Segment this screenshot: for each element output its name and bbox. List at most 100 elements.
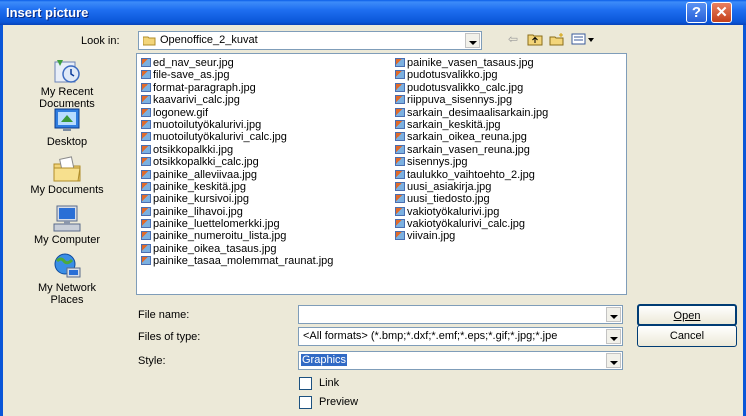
cancel-button-label: Cancel — [669, 330, 705, 342]
file-item[interactable]: viivain.jpg — [395, 230, 548, 242]
chevron-down-icon[interactable] — [606, 353, 621, 368]
image-file-icon — [395, 144, 405, 154]
filename-input[interactable] — [298, 305, 623, 324]
lookin-dropdown[interactable]: Openoffice_2_kuvat — [138, 31, 482, 50]
link-label: Link — [319, 377, 340, 389]
image-file-icon — [395, 58, 405, 67]
file-name: painike_luettelomerkki.jpg — [153, 218, 280, 231]
recent-documents-icon — [54, 60, 80, 83]
file-name: uusi_asiakirja.jpg — [407, 180, 492, 193]
close-button[interactable]: ✕ — [711, 2, 732, 23]
file-item[interactable]: uusi_tiedosto.jpg — [395, 193, 548, 205]
window-frame-left — [0, 25, 3, 416]
file-item[interactable]: painike_kursivoi.jpg — [141, 193, 333, 205]
file-item[interactable]: painike_luettelomerkki.jpg — [141, 218, 333, 230]
file-item[interactable]: pudotusvalikko_calc.jpg — [395, 82, 548, 94]
file-item[interactable]: painike_oikea_tasaus.jpg — [141, 243, 333, 255]
image-file-icon — [141, 119, 151, 129]
title-bar[interactable]: Insert picture ? ✕ — [0, 0, 746, 25]
cancel-button[interactable]: Cancel — [637, 325, 737, 347]
file-item[interactable]: vakiotyökalurivi.jpg — [395, 206, 548, 218]
preview-label: Preview — [319, 396, 359, 408]
file-item[interactable]: sarkain_vasen_reuna.jpg — [395, 144, 548, 156]
image-file-icon — [395, 169, 405, 179]
file-item[interactable]: painike_keskitä.jpg — [141, 181, 333, 193]
file-name: ed_nav_seur.jpg — [153, 57, 234, 69]
file-item[interactable]: painike_vasen_tasaus.jpg — [395, 57, 548, 69]
file-item[interactable]: painike_numeroitu_lista.jpg — [141, 230, 333, 242]
chevron-down-icon[interactable] — [606, 329, 621, 344]
place-network-places[interactable]: My Network Places — [22, 252, 112, 306]
file-name: pudotusvalikko.jpg — [407, 69, 498, 82]
new-folder-icon[interactable] — [547, 30, 567, 48]
my-computer-icon — [53, 205, 81, 232]
file-name: taulukko_vaihtoehto_2.jpg — [407, 168, 535, 181]
file-item[interactable]: painike_alleviivaa.jpg — [141, 169, 333, 181]
file-item[interactable]: sarkain_keskitä.jpg — [395, 119, 548, 131]
filename-label: File name: — [138, 309, 190, 321]
chevron-down-icon[interactable] — [465, 33, 480, 48]
image-file-icon — [141, 132, 151, 142]
file-item[interactable]: pudotusvalikko.jpg — [395, 69, 548, 81]
lookin-value: Openoffice_2_kuvat — [160, 34, 258, 46]
file-name: logonew.gif — [153, 106, 209, 119]
file-item[interactable]: uusi_asiakirja.jpg — [395, 181, 548, 193]
back-icon[interactable]: ⇦ — [503, 30, 523, 48]
file-item[interactable]: otsikkopalkki_calc.jpg — [141, 156, 333, 168]
up-folder-icon[interactable] — [525, 30, 545, 48]
view-menu-icon[interactable] — [570, 30, 596, 48]
image-file-icon — [395, 219, 405, 229]
image-file-icon — [395, 95, 405, 105]
file-name: painike_vasen_tasaus.jpg — [407, 57, 534, 69]
image-file-icon — [395, 119, 405, 129]
image-file-icon — [141, 157, 151, 167]
file-item[interactable]: kaavarivi_calc.jpg — [141, 94, 333, 106]
file-name: otsikkopalkki.jpg — [153, 143, 234, 156]
file-item[interactable]: ed_nav_seur.jpg — [141, 57, 333, 69]
image-file-icon — [395, 82, 405, 92]
file-item[interactable]: riippuva_sisennys.jpg — [395, 94, 548, 106]
image-file-icon — [141, 70, 151, 80]
image-file-icon — [141, 82, 151, 92]
lookin-label: Look in: — [81, 35, 120, 47]
help-button[interactable]: ? — [686, 2, 707, 23]
filetype-label: Files of type: — [138, 331, 201, 343]
file-item[interactable]: painike_tasaa_molemmat_raunat.jpg — [141, 255, 333, 267]
style-label: Style: — [138, 355, 166, 367]
file-item[interactable]: sisennys.jpg — [395, 156, 548, 168]
open-button[interactable]: Open — [637, 304, 737, 326]
file-column-2: painike_vasen_tasaus.jpg pudotusvalikko.j… — [395, 57, 548, 243]
file-item[interactable]: painike_lihavoi.jpg — [141, 206, 333, 218]
chevron-down-icon[interactable] — [606, 307, 621, 322]
file-item[interactable]: logonew.gif — [141, 107, 333, 119]
file-item[interactable]: file-save_as.jpg — [141, 69, 333, 81]
file-item[interactable]: sarkain_oikea_reuna.jpg — [395, 131, 548, 143]
file-item[interactable]: taulukko_vaihtoehto_2.jpg — [395, 169, 548, 181]
place-my-computer[interactable]: My Computer — [22, 204, 112, 246]
place-desktop[interactable]: Desktop — [22, 106, 112, 148]
image-file-icon — [141, 107, 151, 117]
file-item[interactable]: vakiotyökalurivi_calc.jpg — [395, 218, 548, 230]
file-name: painike_alleviivaa.jpg — [153, 168, 257, 181]
image-file-icon — [141, 256, 151, 266]
image-file-icon — [395, 157, 405, 167]
image-file-icon — [141, 219, 151, 229]
place-recent-documents[interactable]: My Recent Documents — [22, 56, 112, 110]
link-checkbox[interactable] — [299, 377, 312, 390]
file-item[interactable]: otsikkopalkki.jpg — [141, 144, 333, 156]
file-name: painike_tasaa_molemmat_raunat.jpg — [153, 255, 334, 268]
preview-checkbox[interactable] — [299, 396, 312, 409]
image-file-icon — [395, 206, 405, 216]
file-name: kaavarivi_calc.jpg — [153, 94, 240, 107]
style-dropdown[interactable]: Graphics — [298, 351, 623, 370]
file-name: vakiotyökalurivi_calc.jpg — [407, 218, 525, 231]
file-column-1: ed_nav_seur.jpg file-save_as.jpg format-pa… — [141, 57, 333, 268]
file-item[interactable]: muotoilutyökalurivi_calc.jpg — [141, 131, 333, 143]
file-list[interactable]: ed_nav_seur.jpg file-save_as.jpg format-pa… — [136, 53, 627, 295]
file-item[interactable]: sarkain_desimaalisarkain.jpg — [395, 107, 548, 119]
file-item[interactable]: format-paragraph.jpg — [141, 82, 333, 94]
file-item[interactable]: muotoilutyökalurivi.jpg — [141, 119, 333, 131]
open-button-label: Open — [673, 310, 701, 322]
place-my-documents[interactable]: My Documents — [22, 154, 112, 196]
filetype-dropdown[interactable]: <All formats> (*.bmp;*.dxf;*.emf;*.eps;*… — [298, 327, 623, 346]
